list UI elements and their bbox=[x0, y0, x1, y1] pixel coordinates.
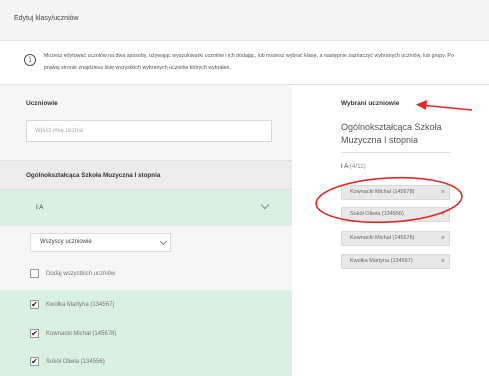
annotation-ellipse-shape bbox=[315, 176, 463, 224]
annotation-ellipse bbox=[315, 176, 463, 224]
